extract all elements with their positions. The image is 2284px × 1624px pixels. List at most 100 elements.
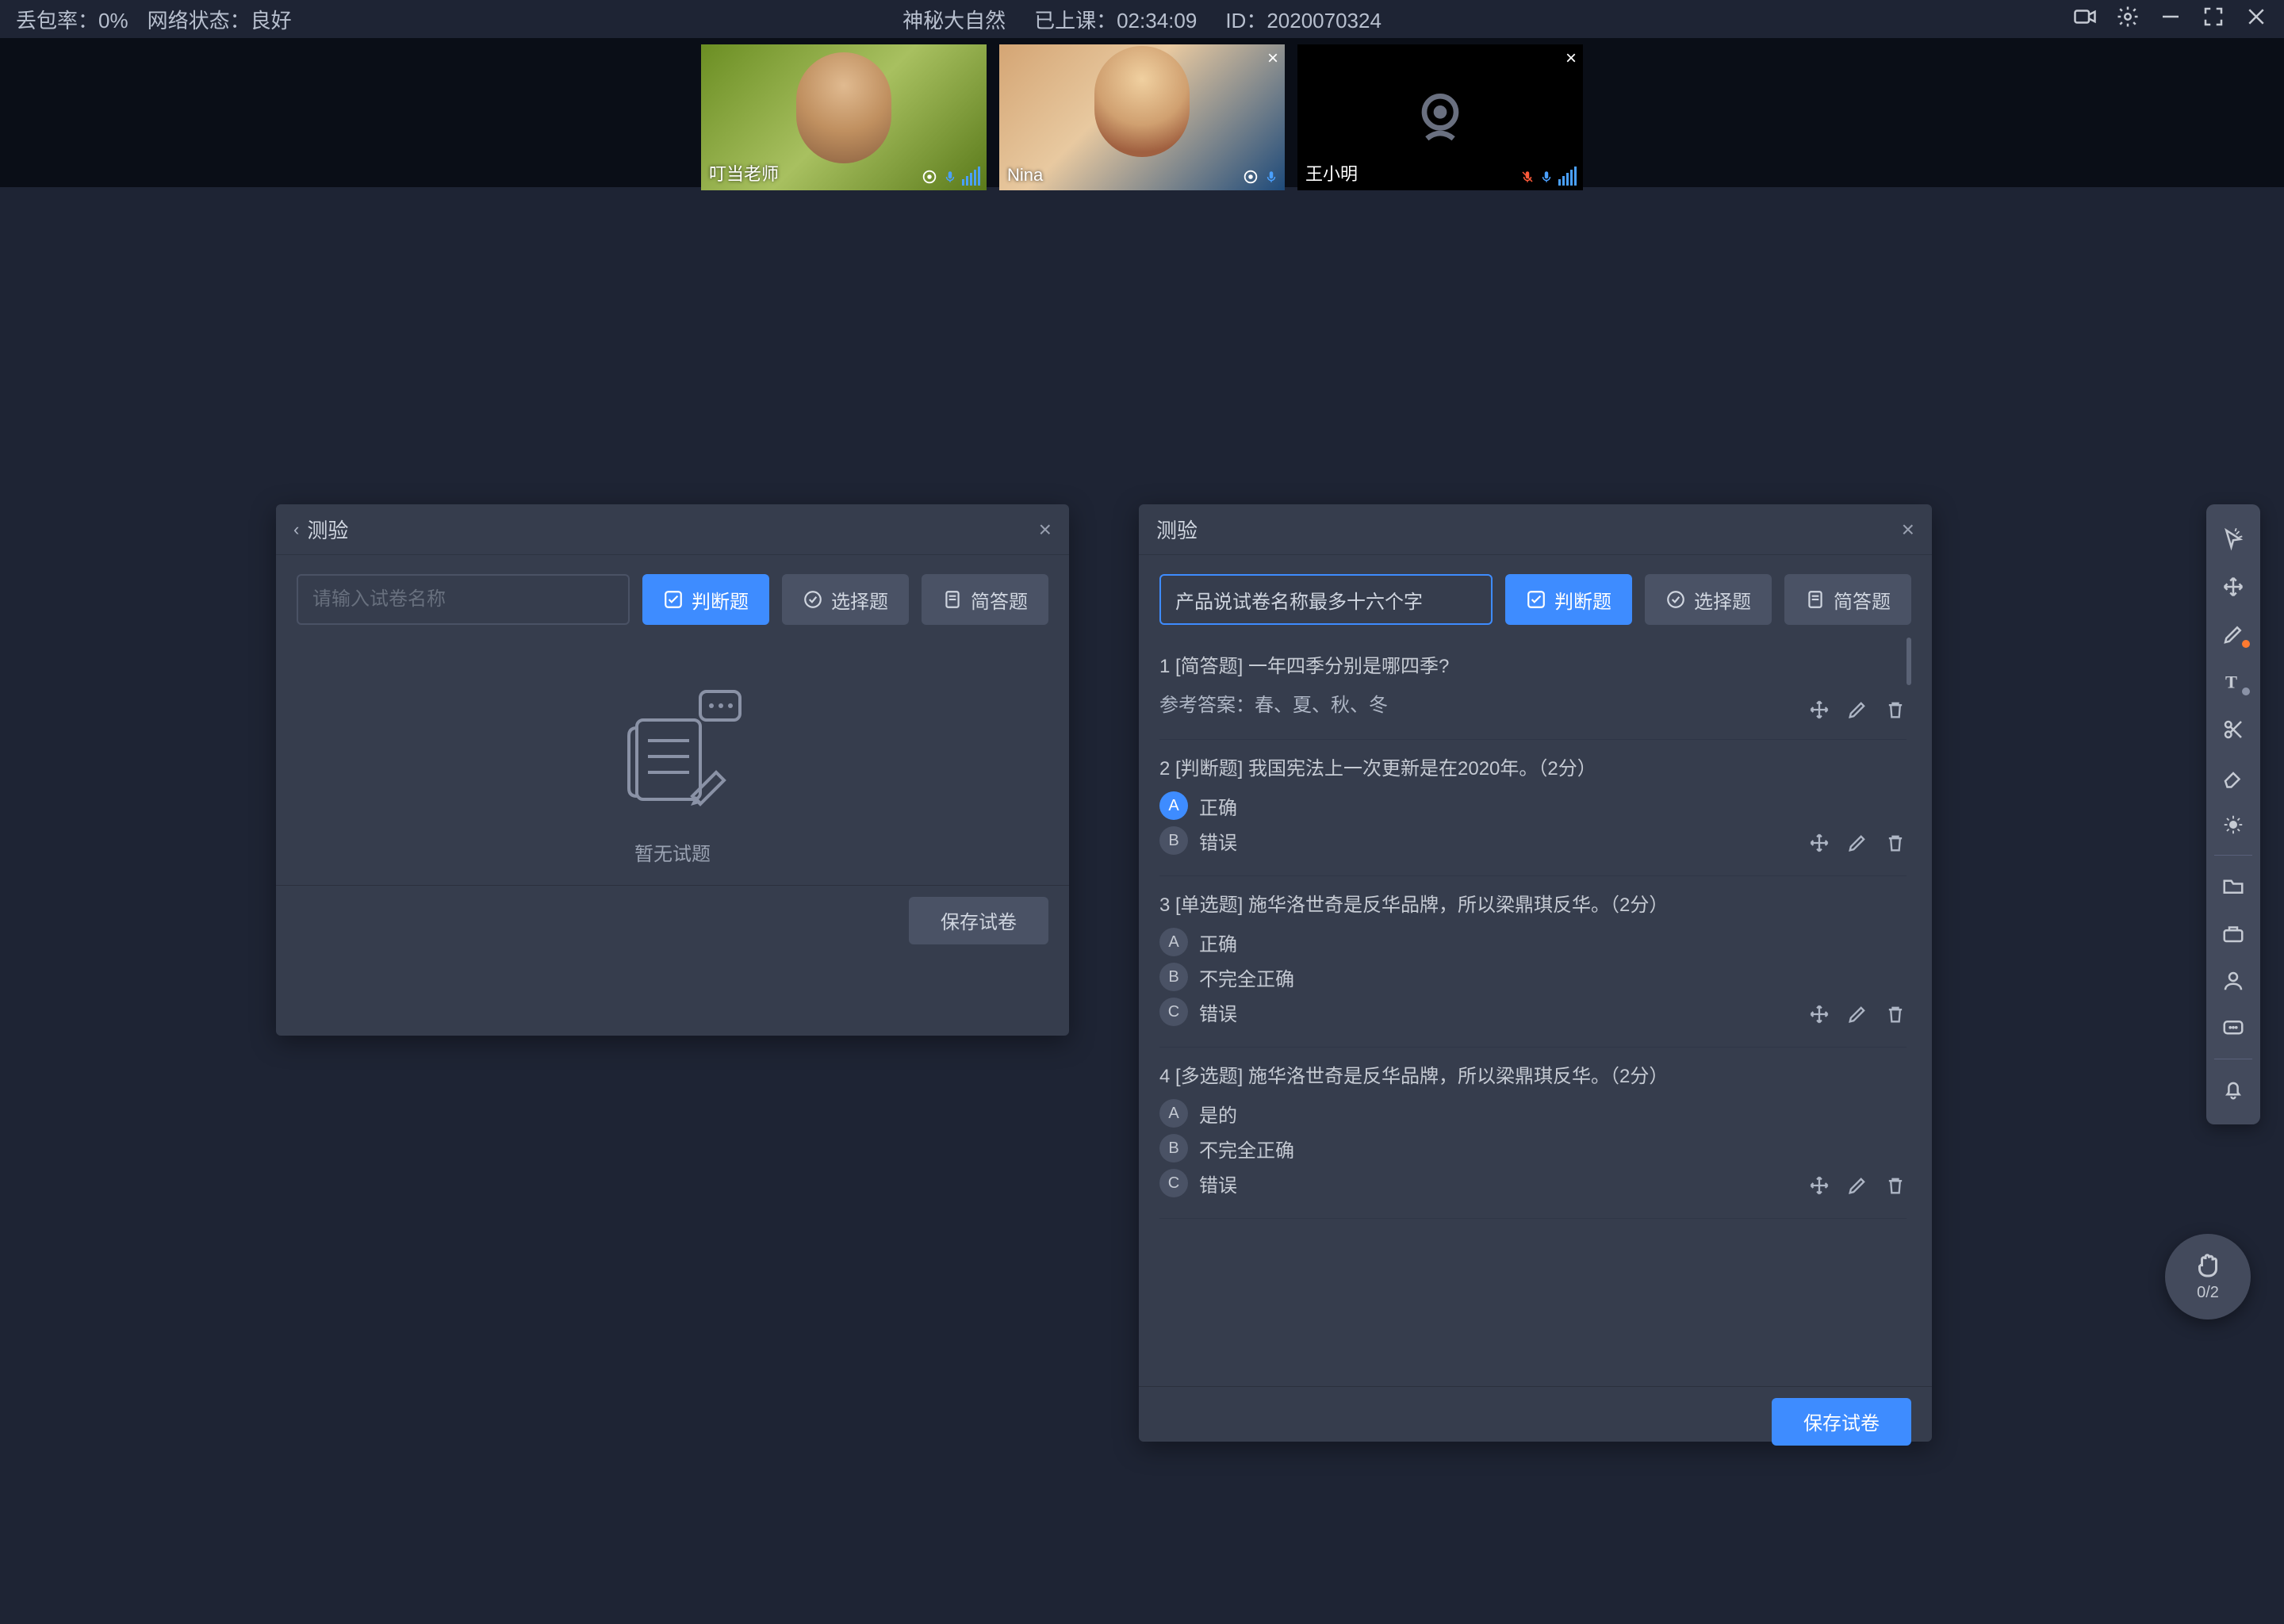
minimize-icon[interactable]	[2159, 5, 2182, 34]
option-row[interactable]: A正确	[1159, 928, 1907, 956]
folder-tool[interactable]	[2206, 862, 2260, 910]
option-letter: C	[1159, 998, 1188, 1026]
delete-icon[interactable]	[1884, 1174, 1907, 1197]
option-label: 正确	[1199, 929, 1907, 956]
raise-hand-button[interactable]: 0/2	[2165, 1234, 2251, 1320]
save-quiz-button[interactable]: 保存试卷	[909, 897, 1048, 944]
scissors-tool[interactable]	[2206, 706, 2260, 753]
option-label: 错误	[1199, 827, 1797, 855]
text-tool[interactable]: T	[2206, 658, 2260, 706]
mic-icon	[943, 168, 957, 186]
cursor-tool[interactable]	[2206, 515, 2260, 563]
class-id: ID：2020070324	[1225, 5, 1382, 34]
chat-tool[interactable]	[2206, 1005, 2260, 1052]
reference-answer: 参考答案：春、夏、秋、冬	[1159, 689, 1808, 717]
move-tool[interactable]	[2206, 563, 2260, 611]
option-row[interactable]: C错误	[1159, 1169, 1907, 1197]
panel-title: 测验	[1156, 515, 1902, 544]
panel-title: 测验	[307, 515, 1038, 544]
move-icon[interactable]	[1808, 699, 1830, 721]
scrollbar-thumb[interactable]	[1907, 638, 1911, 685]
question-item: 1 [简答题] 一年四季分别是哪四季?参考答案：春、夏、秋、冬	[1159, 638, 1907, 740]
record-icon[interactable]	[2073, 5, 2097, 34]
option-row[interactable]: B不完全正确	[1159, 1134, 1907, 1162]
elapsed: 已上课：02:34:09	[1034, 5, 1197, 34]
pen-tool[interactable]	[2206, 611, 2260, 658]
dismiss-tile-icon[interactable]: ×	[1565, 48, 1577, 70]
toolbox-tool[interactable]	[2206, 910, 2260, 957]
option-row[interactable]: C 错误	[1159, 998, 1907, 1026]
top-left-status: 丢包率：0% 网络状态：良好	[16, 5, 292, 34]
empty-text: 暂无试题	[297, 838, 1048, 866]
add-short-answer-button[interactable]: 简答题	[1784, 574, 1911, 625]
user-tool[interactable]	[2206, 957, 2260, 1005]
quiz-name-input[interactable]	[297, 574, 630, 625]
hand-count: 0/2	[2197, 1284, 2219, 1302]
add-choice-button[interactable]: 选择题	[782, 574, 909, 625]
top-right-controls	[2073, 5, 2268, 34]
add-choice-button[interactable]: 选择题	[1645, 574, 1772, 625]
camera-icon	[921, 168, 938, 186]
top-center: 神秘大自然 已上课：02:34:09 ID：2020070324	[902, 5, 1382, 34]
edit-icon[interactable]	[1846, 1174, 1868, 1197]
video-tile-teacher[interactable]: 叮当老师	[701, 44, 987, 190]
edit-icon[interactable]	[1846, 1003, 1868, 1025]
camera-off-icon	[1408, 86, 1472, 149]
video-tile-student-1[interactable]: × Nina	[999, 44, 1285, 190]
move-icon[interactable]	[1808, 832, 1830, 854]
maximize-icon[interactable]	[2202, 5, 2225, 34]
question-item: 4 [多选题] 施华洛世奇是反华品牌，所以梁鼎琪反华。（2分） A 是的 B不完全正确…	[1159, 1048, 1907, 1219]
edit-icon[interactable]	[1846, 832, 1868, 854]
option-label: 不完全正确	[1199, 1135, 1907, 1162]
volume-bars	[962, 167, 980, 186]
quiz-name-input[interactable]	[1159, 574, 1493, 625]
quiz-panel-empty: ‹ 测验 × 判断题 选择题 简答题	[276, 504, 1069, 1036]
option-label: 错误	[1199, 998, 1797, 1026]
panel-header: ‹ 测验 ×	[276, 504, 1069, 555]
option-label: 是的	[1199, 1100, 1907, 1128]
option-letter: B	[1159, 963, 1188, 991]
participant-name: Nina	[1007, 165, 1043, 186]
close-icon[interactable]: ×	[1039, 517, 1052, 542]
delete-icon[interactable]	[1884, 1003, 1907, 1025]
back-icon[interactable]: ‹	[293, 519, 299, 540]
empty-list-icon	[597, 685, 748, 820]
move-icon[interactable]	[1808, 1174, 1830, 1197]
laser-tool[interactable]	[2206, 801, 2260, 848]
right-toolbar: T	[2206, 504, 2260, 1124]
option-letter: A	[1159, 1099, 1188, 1128]
question-item: 3 [单选题] 施华洛世奇是反华品牌，所以梁鼎琪反华。（2分）A正确B不完全正确…	[1159, 876, 1907, 1048]
camera-icon	[1242, 168, 1259, 186]
option-row[interactable]: A正确	[1159, 791, 1907, 820]
option-letter: B	[1159, 826, 1188, 855]
close-icon[interactable]: ×	[1902, 517, 1914, 542]
question-item: 2 [判断题] 我国宪法上一次更新是在2020年。（2分）A正确B错误	[1159, 740, 1907, 876]
delete-icon[interactable]	[1884, 832, 1907, 854]
question-title: 4 [多选题] 施华洛世奇是反华品牌，所以梁鼎琪反华。（2分）	[1159, 1060, 1907, 1088]
question-actions	[1808, 1003, 1907, 1025]
video-strip: 叮当老师 × Nina × 王小明	[0, 38, 2284, 187]
dismiss-tile-icon[interactable]: ×	[1267, 48, 1278, 70]
eraser-tool[interactable]	[2206, 753, 2260, 801]
quiz-panel-filled: 测验 × 判断题 选择题 简答题 1 [简答题] 一年四季分别是哪四季?参考答案…	[1139, 504, 1932, 1442]
add-judge-button[interactable]: 判断题	[642, 574, 769, 625]
question-list: 1 [简答题] 一年四季分别是哪四季?参考答案：春、夏、秋、冬 2 [判断题] …	[1159, 638, 1911, 1367]
settings-icon[interactable]	[2116, 5, 2140, 34]
edit-icon[interactable]	[1846, 699, 1868, 721]
video-tile-student-2[interactable]: × 王小明	[1297, 44, 1583, 190]
option-row[interactable]: B 错误	[1159, 826, 1907, 855]
save-quiz-button[interactable]: 保存试卷	[1772, 1398, 1911, 1446]
empty-state: 暂无试题	[297, 638, 1048, 866]
move-icon[interactable]	[1808, 1003, 1830, 1025]
add-short-answer-button[interactable]: 简答题	[922, 574, 1048, 625]
bell-tool[interactable]	[2206, 1066, 2260, 1113]
add-judge-button[interactable]: 判断题	[1505, 574, 1632, 625]
close-icon[interactable]	[2244, 5, 2268, 34]
delete-icon[interactable]	[1884, 699, 1907, 721]
question-actions	[1808, 699, 1907, 721]
option-row[interactable]: B不完全正确	[1159, 963, 1907, 991]
mic-muted-icon	[1520, 168, 1535, 186]
option-row[interactable]: A 是的	[1159, 1099, 1907, 1128]
option-letter: C	[1159, 1169, 1188, 1197]
option-label: 正确	[1199, 792, 1907, 820]
